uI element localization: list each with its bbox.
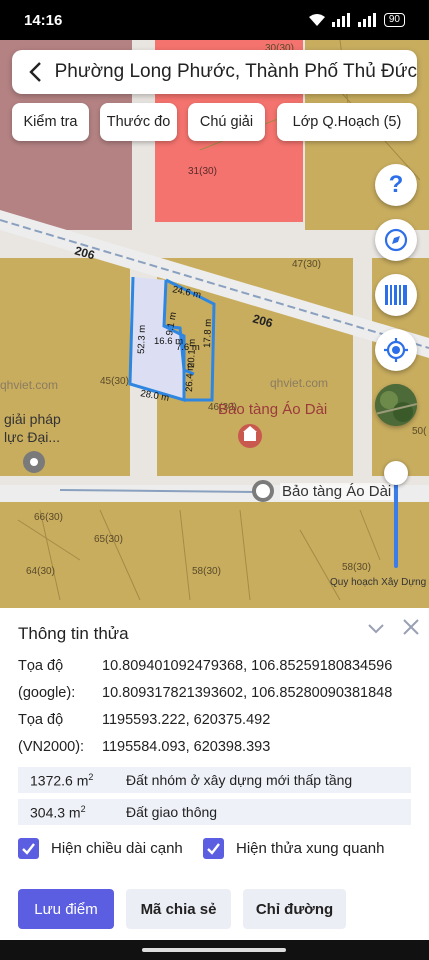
status-icons: 90 (308, 13, 405, 27)
land-use-row: 304.3 m2 Đất giao thông (18, 799, 411, 825)
layers-button[interactable]: Lớp Q.Hoạch (5) (277, 103, 417, 141)
legend-button[interactable]: Chú giải (188, 103, 265, 141)
poi-chip[interactable]: Bảo tàng Áo Dài (252, 480, 394, 502)
share-code-button[interactable]: Mã chia sẻ (126, 889, 231, 929)
poi-chip-label: Bảo tàng Áo Dài (280, 482, 394, 500)
show-neighbors-checkbox-row[interactable]: Hiện thửa xung quanh (203, 838, 384, 859)
location-pin-icon[interactable] (23, 451, 45, 473)
chevron-down-icon[interactable] (366, 618, 386, 638)
label-parcel-64: 64(30) (26, 566, 55, 577)
locate-button[interactable] (375, 329, 417, 371)
barcode-icon (385, 285, 407, 305)
ruler-button[interactable]: Thước đo (100, 103, 177, 141)
signal-icon (331, 13, 350, 27)
help-button[interactable]: ? (375, 164, 417, 206)
land-use-area: 1372.6 m2 (30, 771, 94, 789)
battery-indicator: 90 (383, 13, 405, 27)
opacity-slider-label: Quy hoạch Xây Dựng (330, 577, 427, 588)
coord-value-google-1: 10.809401092479368, 106.85259180834596 (102, 658, 393, 674)
show-edge-length-checkbox[interactable] (18, 838, 39, 859)
show-neighbors-checkbox[interactable] (203, 838, 224, 859)
system-nav-bar (0, 940, 429, 960)
show-edge-length-label: Hiện chiều dài cạnh (51, 840, 183, 857)
save-point-button[interactable]: Lưu điểm (18, 889, 114, 929)
label-left-text1: giải pháp (4, 411, 61, 427)
compass-button[interactable] (375, 219, 417, 261)
parcel-info-sheet: Thông tin thửa Tọa độ 10.809401092479368… (0, 608, 429, 940)
back-icon[interactable] (24, 59, 47, 85)
label-parcel-66: 66(30) (34, 512, 63, 523)
directions-button[interactable]: Chỉ đường (243, 889, 346, 929)
coord-label-vn2000-2: (VN2000): (18, 739, 85, 755)
dim-inner-c: 7.6 m (176, 342, 200, 353)
status-time: 14:16 (24, 11, 63, 29)
label-poi: Bảo tàng Áo Dài (218, 401, 327, 418)
watermark-right: qhviet.com (270, 376, 328, 390)
label-parcel-47: 47(30) (292, 259, 321, 270)
dim-right-a: 17.8 m (202, 319, 214, 348)
check-icon (22, 843, 35, 855)
parcel-residential-s (0, 502, 429, 608)
land-use-type: Đất giao thông (126, 804, 218, 820)
close-icon[interactable] (402, 618, 420, 636)
coord-label-google-2: (google): (18, 685, 76, 701)
satellite-icon (375, 384, 417, 426)
compass-icon (384, 228, 408, 252)
satellite-button[interactable] (375, 384, 417, 426)
show-edge-length-checkbox-row[interactable]: Hiện chiều dài cạnh (18, 838, 183, 859)
label-left-text2: lực Đại... (4, 429, 60, 445)
land-use-type: Đất nhóm ở xây dựng mới thấp tầng (126, 772, 353, 788)
watermark-left: qhviet.com (0, 378, 58, 392)
poi-chip-icon (252, 480, 274, 502)
status-bar: 14:16 90 (0, 0, 429, 40)
search-bar[interactable]: Phường Long Phước, Thành Phố Thủ Đức (12, 50, 417, 94)
opacity-slider-track[interactable] (394, 472, 398, 568)
land-use-area: 304.3 m2 (30, 803, 86, 821)
coord-label-vn2000-1: Tọa độ (18, 712, 64, 728)
museum-icon[interactable] (238, 424, 262, 448)
opacity-slider-thumb[interactable] (384, 461, 408, 485)
coord-label-google-1: Tọa độ (18, 658, 64, 674)
coord-value-vn2000-2: 1195584.093, 620398.393 (102, 739, 271, 755)
sheet-title: Thông tin thửa (18, 624, 129, 643)
show-neighbors-label: Hiện thửa xung quanh (236, 840, 385, 857)
land-use-row: 1372.6 m2 Đất nhóm ở xây dựng mới thấp t… (18, 767, 411, 793)
search-title[interactable]: Phường Long Phước, Thành Phố Thủ Đức (55, 61, 417, 83)
signal-icon-2 (357, 13, 376, 27)
coord-value-vn2000-1: 1195593.222, 620375.492 (102, 712, 271, 728)
label-parcel-45: 45(30) (100, 376, 129, 387)
check-button[interactable]: Kiểm tra (12, 103, 89, 141)
label-parcel-58b: 58(30) (342, 562, 371, 573)
label-parcel-50: 50( (412, 426, 427, 437)
label-parcel-red: 31(30) (188, 166, 217, 177)
wifi-icon (308, 14, 325, 26)
barcode-button[interactable] (375, 274, 417, 316)
check-icon (207, 843, 220, 855)
home-handle[interactable] (142, 948, 286, 952)
locate-icon (384, 338, 408, 362)
label-parcel-65: 65(30) (94, 534, 123, 545)
dim-left: 52.3 m (136, 325, 148, 354)
help-icon: ? (388, 171, 404, 198)
coord-value-google-2: 10.809317821393602, 106.85280090381848 (102, 685, 393, 701)
label-parcel-58a: 58(30) (192, 566, 221, 577)
